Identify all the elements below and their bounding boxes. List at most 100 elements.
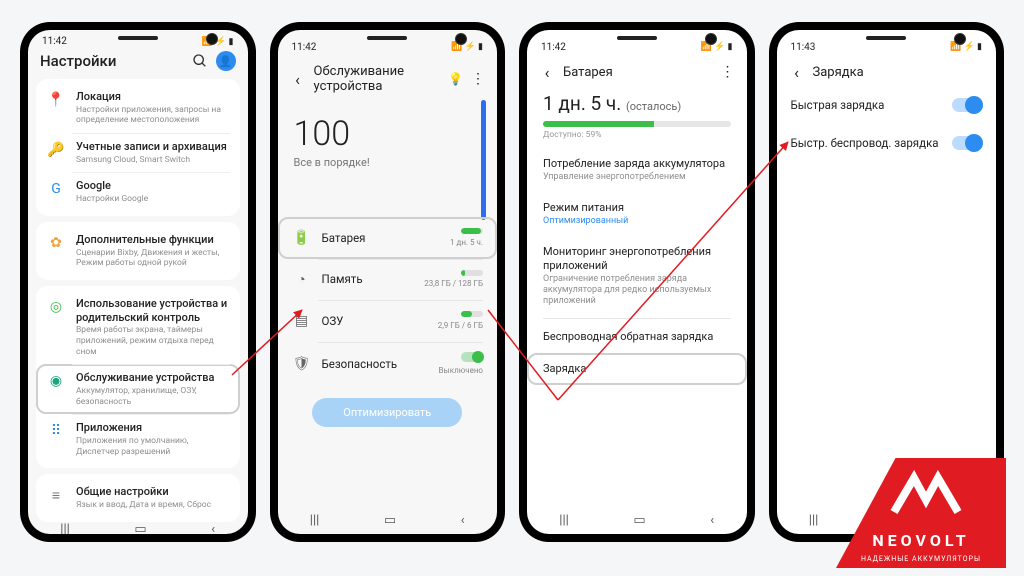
- item-value: Выключено: [439, 352, 483, 377]
- row-subtitle: Samsung Cloud, Smart Switch: [76, 155, 230, 166]
- device-care-item[interactable]: 🛡 Безопасность Выключено: [278, 342, 498, 387]
- row-subtitle: Время работы экрана, таймеры приложений,…: [76, 325, 230, 357]
- battery-header: ‹ Батарея ⋮: [527, 58, 747, 86]
- item-icon: ▤: [292, 311, 312, 331]
- toggle-switch[interactable]: [952, 136, 982, 150]
- row-subtitle: Настройки Google: [76, 194, 230, 205]
- battery-option[interactable]: Потребление заряда аккумулятораУправлени…: [527, 148, 747, 192]
- row-title: Общие настройки: [76, 485, 230, 499]
- row-title: Использование устройства и родительский …: [76, 297, 230, 325]
- row-subtitle: Аккумулятор, хранилище, ОЗУ, безопасност…: [76, 386, 230, 407]
- search-icon[interactable]: [192, 53, 208, 69]
- account-avatar-icon[interactable]: 👤: [216, 51, 236, 71]
- more-icon[interactable]: ⋮: [471, 71, 485, 87]
- option-subtitle: Ограничение потребления заряда аккумулят…: [543, 274, 731, 308]
- mini-toggle-icon: [461, 352, 483, 362]
- item-icon: 🛡: [292, 354, 312, 374]
- settings-title: Настройки: [40, 52, 184, 70]
- charging-toggle-row[interactable]: Быстрая зарядка: [777, 86, 997, 124]
- status-icons: 📶 ⚡ ▮: [202, 37, 234, 47]
- row-icon: ≡: [46, 485, 66, 505]
- settings-row[interactable]: ≡Общие настройкиЯзык и ввод, Дата и врем…: [36, 478, 240, 517]
- device-care-item[interactable]: ▤ОЗУ2,9 ГБ / 6 ГБ: [278, 300, 498, 342]
- device-score: 100: [294, 114, 482, 154]
- item-icon: 🔋: [292, 228, 312, 248]
- row-title: Локация: [76, 90, 230, 104]
- row-title: Учетные записи и архивация: [76, 140, 230, 154]
- tips-icon[interactable]: 💡: [448, 72, 463, 86]
- back-icon[interactable]: ‹: [710, 513, 714, 528]
- charging-title: Зарядка: [813, 65, 985, 80]
- row-icon: ⠿: [46, 421, 66, 441]
- status-bar: 11:43 📶 ⚡ ▮: [777, 30, 997, 58]
- recents-icon[interactable]: |||: [809, 513, 819, 528]
- more-icon[interactable]: ⋮: [721, 64, 735, 80]
- settings-row[interactable]: 🔑 Учетные записи и архивацияSamsung Cloud…: [36, 133, 240, 172]
- time-remaining: 1 дн. 5 ч. (осталось): [543, 92, 731, 115]
- item-label: Батарея: [322, 231, 441, 245]
- android-nav-bar[interactable]: ||| ▭ ‹: [527, 506, 747, 534]
- option-subtitle: Управление энергопотреблением: [543, 172, 731, 183]
- back-icon[interactable]: ‹: [211, 522, 215, 535]
- home-icon[interactable]: ▭: [134, 522, 146, 535]
- item-value: 23,8 ГБ / 128 ГБ: [424, 269, 483, 291]
- row-subtitle: Настройки приложения, запросы на определ…: [76, 105, 230, 126]
- back-icon[interactable]: ‹: [290, 71, 306, 87]
- item-label: Безопасность: [322, 357, 429, 371]
- charging-header: ‹ Зарядка: [777, 58, 997, 86]
- battery-option[interactable]: Режим питанияОптимизированный: [527, 192, 747, 236]
- android-nav-bar[interactable]: ||| ▭ ‹: [28, 522, 248, 535]
- battery-option[interactable]: Мониторинг энергопотребления приложенийО…: [527, 236, 747, 316]
- status-time: 11:42: [541, 42, 566, 53]
- logo-brand: NEOVOLT: [836, 531, 1006, 550]
- recents-icon[interactable]: |||: [310, 513, 320, 528]
- recents-icon[interactable]: |||: [60, 522, 70, 535]
- back-icon[interactable]: ‹: [539, 64, 555, 80]
- toggle-switch[interactable]: [952, 98, 982, 112]
- device-care-header: ‹ Обслуживание устройства 💡 ⋮: [278, 58, 498, 100]
- time-remaining-suffix: (осталось): [626, 100, 681, 113]
- phone-1-frame: 11:42 📶 ⚡ ▮ Настройки 👤 📍ЛокацияНастройк…: [20, 22, 256, 542]
- phone-3-screen: 11:42 📶 ⚡ ▮ ‹ Батарея ⋮ 1 дн. 5 ч. (оста…: [527, 30, 747, 534]
- option-title: Беспроводная обратная зарядка: [543, 330, 731, 344]
- battery-option[interactable]: Зарядка: [527, 353, 747, 385]
- charging-toggle-row[interactable]: Быстр. беспровод. зарядка: [777, 124, 997, 162]
- battery-option[interactable]: Беспроводная обратная зарядка: [527, 321, 747, 353]
- usage-bar-icon: [461, 270, 483, 276]
- device-care-item[interactable]: ◔ Память 23,8 ГБ / 128 ГБ: [278, 259, 498, 301]
- optimize-button[interactable]: Оптимизировать: [312, 398, 462, 427]
- settings-row[interactable]: ◉Обслуживание устройстваАккумулятор, хра…: [36, 364, 240, 414]
- row-subtitle: Приложения по умолчанию, Диспетчер разре…: [76, 436, 230, 457]
- item-label: Память: [322, 272, 415, 286]
- home-icon[interactable]: ▭: [633, 513, 645, 528]
- settings-row[interactable]: GGoogleНастройки Google: [36, 172, 240, 211]
- option-title: Потребление заряда аккумулятора: [543, 157, 731, 171]
- settings-row[interactable]: ◎Использование устройства и родительский…: [36, 290, 240, 364]
- settings-row[interactable]: ⠿ ПриложенияПриложения по умолчанию, Дисп…: [36, 414, 240, 464]
- back-icon[interactable]: ‹: [461, 513, 465, 528]
- row-icon: G: [46, 179, 66, 199]
- battery-title: Батарея: [563, 65, 713, 80]
- device-care-item[interactable]: 🔋 Батарея 1 дн. 5 ч.: [278, 217, 498, 259]
- item-value: 1 дн. 5 ч.: [450, 227, 483, 249]
- recents-icon[interactable]: |||: [559, 513, 569, 528]
- phone-3-frame: 11:42 📶 ⚡ ▮ ‹ Батарея ⋮ 1 дн. 5 ч. (оста…: [519, 22, 755, 542]
- android-nav-bar[interactable]: ||| ▭ ‹: [278, 506, 498, 534]
- phone-2-screen: 11:42 📶 ⚡ ▮ ‹ Обслуживание устройства 💡 …: [278, 30, 498, 534]
- device-care-title: Обслуживание устройства: [314, 64, 441, 94]
- status-icons: 📶 ⚡ ▮: [451, 42, 483, 52]
- logo-tagline: НАДЕЖНЫЕ АККУМУЛЯТОРЫ: [836, 555, 1006, 563]
- row-icon: 📍: [46, 90, 66, 110]
- toggle-label: Быстрая зарядка: [791, 98, 945, 112]
- row-title: Приложения: [76, 421, 230, 435]
- status-bar: 11:42 📶 ⚡ ▮: [527, 30, 747, 58]
- phone-2-frame: 11:42 📶 ⚡ ▮ ‹ Обслуживание устройства 💡 …: [270, 22, 506, 542]
- item-icon: ◔: [292, 269, 312, 289]
- settings-row[interactable]: 📍 ЛокацияНастройки приложения, запросы на…: [36, 83, 240, 133]
- row-icon: 🔑: [46, 140, 66, 160]
- settings-row[interactable]: ✿Дополнительные функцииСценарии Bixby, Д…: [36, 226, 240, 276]
- home-icon[interactable]: ▭: [384, 513, 396, 528]
- item-value: 2,9 ГБ / 6 ГБ: [438, 310, 483, 332]
- status-time: 11:43: [791, 42, 816, 53]
- back-icon[interactable]: ‹: [789, 64, 805, 80]
